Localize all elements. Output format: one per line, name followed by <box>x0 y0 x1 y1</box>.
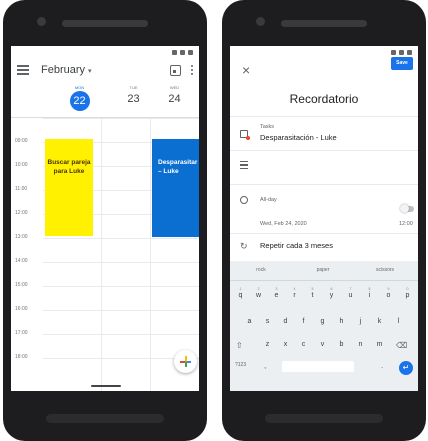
chevron-down-icon: ▾ <box>88 68 92 75</box>
reminder-screen: × Save Recordatorio Tasks Desparasitació… <box>230 46 418 391</box>
period-key[interactable]: . <box>381 361 383 370</box>
key[interactable]: 1q <box>232 287 249 299</box>
day-name: WED <box>169 85 180 90</box>
key[interactable]: 9o <box>380 287 397 299</box>
event-buscar-pareja[interactable]: Buscar pareja para Luke <box>45 139 93 236</box>
event-desparasitar[interactable]: Desparasitar – Luke <box>152 139 199 237</box>
today-icon[interactable] <box>170 64 181 76</box>
enter-key[interactable]: ↵ <box>399 361 413 375</box>
phone-left: February ▾ MON 22 TUE 23 WED 24 09:00 10… <box>3 0 207 441</box>
time-label: 09:00 <box>15 138 28 144</box>
camera <box>37 17 46 26</box>
backspace-icon[interactable]: ⌫ <box>396 341 407 350</box>
key[interactable]: n <box>352 341 369 348</box>
time-label: 11:00 <box>15 186 28 192</box>
phone-right: × Save Recordatorio Tasks Desparasitació… <box>222 0 426 441</box>
save-button[interactable]: Save <box>391 57 413 70</box>
time-label: 18:00 <box>15 354 28 360</box>
keyboard: rock paper scissors 1q 2w 3e 4r 5t 6y 7u… <box>230 261 418 391</box>
speaker <box>265 414 383 423</box>
calendar-name: Tasks <box>260 124 275 130</box>
suggestion[interactable]: rock <box>230 267 292 273</box>
suggestion[interactable]: paper <box>292 267 354 273</box>
time-label: 10:00 <box>15 162 28 168</box>
repeat-label: Repetir cada 3 meses <box>260 241 333 250</box>
month-label: February <box>41 64 86 76</box>
key[interactable]: v <box>314 341 331 348</box>
time-grid[interactable]: 09:00 10:00 11:00 12:00 13:00 14:00 15:0… <box>11 118 199 391</box>
repeat-icon: ↻ <box>240 241 248 251</box>
comma-key[interactable]: , <box>264 361 266 370</box>
day-name: MON <box>74 85 85 90</box>
day-number: 22 <box>69 91 90 111</box>
day-column-header[interactable]: WED 24 <box>150 82 199 105</box>
shift-icon[interactable]: ⇧ <box>236 341 243 350</box>
key[interactable]: f <box>295 318 312 325</box>
space-key[interactable] <box>282 361 354 372</box>
time-label: 12:00 <box>15 210 28 216</box>
task-title: Desparasitación - Luke <box>260 133 337 142</box>
key[interactable]: j <box>352 318 369 325</box>
key[interactable]: 7u <box>342 287 359 299</box>
more-icon[interactable] <box>191 65 193 75</box>
date-value[interactable]: Wed, Feb 24, 2020 <box>260 221 307 227</box>
suggestion-bar: rock paper scissors <box>230 261 418 281</box>
allday-toggle[interactable] <box>400 204 414 213</box>
day-number: 24 <box>168 93 181 105</box>
calendar-icon <box>240 130 250 140</box>
month-selector[interactable]: February ▾ <box>41 64 92 76</box>
key[interactable]: b <box>333 341 350 348</box>
key[interactable]: 8i <box>361 287 378 299</box>
clock-icon <box>240 196 248 204</box>
key[interactable]: 5t <box>304 287 321 299</box>
status-bar <box>11 46 199 58</box>
time-value[interactable]: 12:00 <box>399 221 413 227</box>
days-row: MON 22 TUE 23 WED 24 <box>11 82 199 118</box>
key[interactable]: 4r <box>286 287 303 299</box>
allday-label: All-day <box>260 197 277 203</box>
key[interactable]: 3e <box>268 287 285 299</box>
speaker <box>46 414 164 423</box>
time-label: 16:00 <box>15 306 28 312</box>
speaker <box>281 20 367 27</box>
add-event-button[interactable] <box>174 350 197 373</box>
close-icon[interactable]: × <box>242 62 250 78</box>
key[interactable]: c <box>295 341 312 348</box>
notes-icon <box>240 161 248 170</box>
menu-icon[interactable] <box>17 65 29 75</box>
time-label: 17:00 <box>15 330 28 336</box>
key[interactable]: s <box>259 318 276 325</box>
symbols-key[interactable]: ?123 <box>235 362 246 368</box>
speaker <box>62 20 148 27</box>
reminder-toolbar: × <box>230 58 418 82</box>
key[interactable]: d <box>277 318 294 325</box>
key[interactable]: z <box>259 341 276 348</box>
home-indicator[interactable] <box>91 385 121 387</box>
time-label: 15:00 <box>15 282 28 288</box>
status-bar <box>230 46 418 58</box>
key[interactable]: 0p <box>399 287 416 299</box>
camera <box>256 17 265 26</box>
key[interactable]: l <box>390 318 407 325</box>
suggestion[interactable]: scissors <box>354 267 416 273</box>
time-label: 14:00 <box>15 258 28 264</box>
key[interactable]: x <box>277 341 294 348</box>
calendar-screen: February ▾ MON 22 TUE 23 WED 24 09:00 10… <box>11 46 199 391</box>
key[interactable]: 6y <box>323 287 340 299</box>
key[interactable]: m <box>371 341 388 348</box>
key[interactable]: 2w <box>250 287 267 299</box>
day-column-header[interactable]: MON 22 <box>55 82 104 111</box>
calendar-header: February ▾ <box>11 58 199 82</box>
page-title: Recordatorio <box>289 92 359 106</box>
key[interactable]: k <box>371 318 388 325</box>
key[interactable]: h <box>333 318 350 325</box>
key[interactable]: g <box>314 318 331 325</box>
time-label: 13:00 <box>15 234 28 240</box>
key[interactable]: a <box>241 318 258 325</box>
